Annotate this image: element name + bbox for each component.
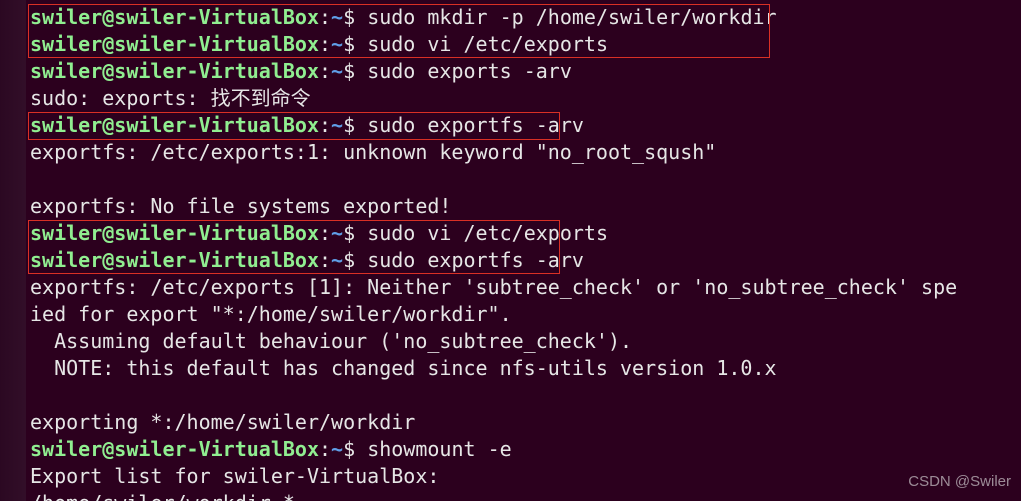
command-text: showmount -e: [367, 437, 512, 461]
prompt-user: swiler: [30, 32, 102, 56]
prompt-path: ~: [331, 5, 343, 29]
prompt-host: swiler-VirtualBox: [114, 32, 319, 56]
prompt-symbol: $: [343, 437, 367, 461]
prompt-path: ~: [331, 113, 343, 137]
prompt-symbol: $: [343, 221, 367, 245]
prompt-host: swiler-VirtualBox: [114, 59, 319, 83]
prompt-host: swiler-VirtualBox: [114, 221, 319, 245]
output-text: exportfs: /etc/exports [1]: Neither 'sub…: [30, 275, 957, 299]
prompt-at: @: [102, 248, 114, 272]
output-text: ied for export "*:/home/swiler/workdir".: [30, 302, 512, 326]
command-text: sudo exportfs -arv: [367, 113, 584, 137]
terminal-line: ied for export "*:/home/swiler/workdir".: [0, 301, 1021, 328]
prompt-at: @: [102, 437, 114, 461]
terminal-line: exportfs: /etc/exports [1]: Neither 'sub…: [0, 274, 1021, 301]
command-text: sudo mkdir -p /home/swiler/workdir: [367, 5, 776, 29]
prompt-symbol: $: [343, 59, 367, 83]
prompt-colon: :: [319, 32, 331, 56]
terminal-line: exportfs: /etc/exports:1: unknown keywor…: [0, 139, 1021, 166]
output-text: NOTE: this default has changed since nfs…: [30, 356, 777, 380]
prompt-at: @: [102, 5, 114, 29]
prompt-path: ~: [331, 221, 343, 245]
prompt-user: swiler: [30, 248, 102, 272]
prompt-at: @: [102, 221, 114, 245]
terminal-line: swiler@swiler-VirtualBox:~$ showmount -e: [0, 436, 1021, 463]
prompt-path: ~: [331, 437, 343, 461]
terminal-line: Assuming default behaviour ('no_subtree_…: [0, 328, 1021, 355]
output-text: exportfs: /etc/exports:1: unknown keywor…: [30, 140, 716, 164]
prompt-path: ~: [331, 32, 343, 56]
command-text: sudo vi /etc/exports: [367, 32, 608, 56]
prompt-colon: :: [319, 5, 331, 29]
prompt-user: swiler: [30, 221, 102, 245]
prompt-user: swiler: [30, 437, 102, 461]
prompt-user: swiler: [30, 59, 102, 83]
terminal-line: swiler@swiler-VirtualBox:~$ sudo exportf…: [0, 247, 1021, 274]
output-text: exporting *:/home/swiler/workdir: [30, 410, 415, 434]
prompt-at: @: [102, 59, 114, 83]
prompt-host: swiler-VirtualBox: [114, 113, 319, 137]
terminal-line: [0, 382, 1021, 409]
prompt-path: ~: [331, 248, 343, 272]
prompt-symbol: $: [343, 32, 367, 56]
command-text: sudo exports -arv: [367, 59, 572, 83]
output-text: exportfs: No file systems exported!: [30, 194, 451, 218]
terminal-line: swiler@swiler-VirtualBox:~$ sudo vi /etc…: [0, 220, 1021, 247]
prompt-user: swiler: [30, 5, 102, 29]
prompt-host: swiler-VirtualBox: [114, 5, 319, 29]
terminal-line: exportfs: No file systems exported!: [0, 193, 1021, 220]
prompt-colon: :: [319, 221, 331, 245]
prompt-symbol: $: [343, 248, 367, 272]
prompt-colon: :: [319, 437, 331, 461]
terminal-line: swiler@swiler-VirtualBox:~$ sudo mkdir -…: [0, 4, 1021, 31]
command-text: sudo exportfs -arv: [367, 248, 584, 272]
command-text: sudo vi /etc/exports: [367, 221, 608, 245]
terminal-line: swiler@swiler-VirtualBox:~$ sudo exports…: [0, 58, 1021, 85]
watermark-text: CSDN @Swiler: [908, 468, 1011, 495]
terminal-line: sudo: exports: 找不到命令: [0, 85, 1021, 112]
prompt-path: ~: [331, 59, 343, 83]
prompt-at: @: [102, 113, 114, 137]
prompt-symbol: $: [343, 113, 367, 137]
prompt-symbol: $: [343, 5, 367, 29]
terminal-line: swiler@swiler-VirtualBox:~$ sudo exportf…: [0, 112, 1021, 139]
terminal-line: exporting *:/home/swiler/workdir: [0, 409, 1021, 436]
terminal-line: swiler@swiler-VirtualBox:~$ sudo vi /etc…: [0, 31, 1021, 58]
terminal-line: /home/swiler/workdir *: [0, 490, 1021, 501]
prompt-colon: :: [319, 113, 331, 137]
output-text: sudo: exports: 找不到命令: [30, 86, 311, 110]
prompt-colon: :: [319, 248, 331, 272]
prompt-host: swiler-VirtualBox: [114, 248, 319, 272]
terminal-line: Export list for swiler-VirtualBox:: [0, 463, 1021, 490]
prompt-host: swiler-VirtualBox: [114, 437, 319, 461]
prompt-at: @: [102, 32, 114, 56]
prompt-colon: :: [319, 59, 331, 83]
output-text: Export list for swiler-VirtualBox:: [30, 464, 439, 488]
terminal-line: NOTE: this default has changed since nfs…: [0, 355, 1021, 382]
terminal-line: [0, 166, 1021, 193]
prompt-user: swiler: [30, 113, 102, 137]
output-text: /home/swiler/workdir *: [30, 491, 295, 501]
terminal-output: swiler@swiler-VirtualBox:~$ sudo mkdir -…: [0, 0, 1021, 501]
output-text: Assuming default behaviour ('no_subtree_…: [30, 329, 632, 353]
